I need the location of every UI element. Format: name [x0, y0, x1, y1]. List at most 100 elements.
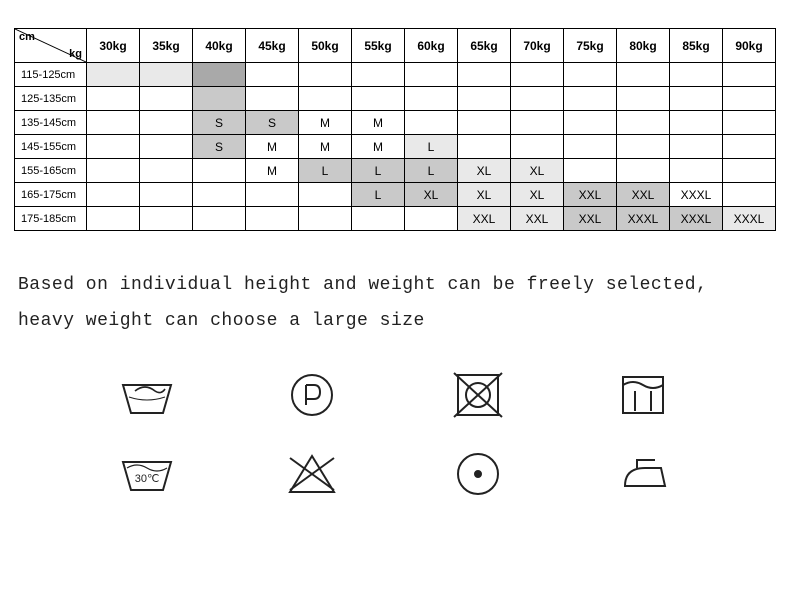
size-cell: [193, 63, 246, 87]
size-cell: [458, 111, 511, 135]
table-row: 175-185cmXXLXXLXXLXXXLXXXLXXXL: [15, 207, 776, 231]
size-cell: [140, 87, 193, 111]
size-cell: M: [299, 135, 352, 159]
size-cell: S: [246, 111, 299, 135]
size-cell: XL: [458, 183, 511, 207]
unit-cm: cm: [19, 31, 35, 43]
size-cell: [723, 111, 776, 135]
height-row-header: 135-145cm: [15, 111, 87, 135]
size-cell: [140, 183, 193, 207]
size-cell: [246, 207, 299, 231]
note-line-2: heavy weight can choose a large size: [18, 311, 425, 331]
size-cell: [193, 207, 246, 231]
table-row: 135-145cmSSMM: [15, 111, 776, 135]
size-cell: XXXL: [617, 207, 670, 231]
size-cell: [617, 87, 670, 111]
size-cell: [140, 159, 193, 183]
weight-col-header: 35kg: [140, 29, 193, 63]
do-not-tumble-dry-icon: [446, 367, 510, 428]
size-cell: [564, 63, 617, 87]
height-row-header: 115-125cm: [15, 63, 87, 87]
size-cell: XXL: [564, 183, 617, 207]
size-cell: [617, 135, 670, 159]
size-cell: [405, 207, 458, 231]
weight-col-header: 50kg: [299, 29, 352, 63]
size-cell: [140, 63, 193, 87]
size-cell: [458, 135, 511, 159]
size-cell: [246, 87, 299, 111]
weight-col-header: 80kg: [617, 29, 670, 63]
size-cell: XXL: [617, 183, 670, 207]
size-cell: [723, 63, 776, 87]
table-row: 165-175cmLXLXLXLXXLXXLXXXL: [15, 183, 776, 207]
weight-col-header: 75kg: [564, 29, 617, 63]
size-cell: [140, 135, 193, 159]
size-cell: XL: [405, 183, 458, 207]
table-row: 115-125cm: [15, 63, 776, 87]
size-cell: [246, 183, 299, 207]
size-cell: M: [352, 135, 405, 159]
weight-col-header: 60kg: [405, 29, 458, 63]
note-line-1: Based on individual height and weight ca…: [18, 275, 707, 295]
do-not-bleach-icon: [280, 446, 344, 507]
weight-col-header: 55kg: [352, 29, 405, 63]
weight-col-header: 65kg: [458, 29, 511, 63]
size-cell: [511, 135, 564, 159]
hand-wash-icon: [115, 367, 179, 428]
size-cell: L: [352, 159, 405, 183]
size-cell: [511, 111, 564, 135]
table-row: 155-165cmMLLLXLXL: [15, 159, 776, 183]
size-cell: [723, 183, 776, 207]
size-cell: [458, 63, 511, 87]
weight-col-header: 45kg: [246, 29, 299, 63]
weight-col-header: 40kg: [193, 29, 246, 63]
size-cell: [511, 63, 564, 87]
size-cell: [352, 63, 405, 87]
dry-flat-icon: [611, 367, 675, 428]
size-cell: [405, 87, 458, 111]
size-cell: [193, 183, 246, 207]
size-cell: XXXL: [723, 207, 776, 231]
size-cell: [564, 87, 617, 111]
size-note: Based on individual height and weight ca…: [18, 267, 776, 339]
size-cell: S: [193, 135, 246, 159]
size-cell: M: [352, 111, 405, 135]
table-row: 125-135cm: [15, 87, 776, 111]
size-cell: XL: [511, 159, 564, 183]
wash-30-icon: 30℃: [115, 446, 179, 507]
size-cell: [299, 87, 352, 111]
size-cell: [564, 111, 617, 135]
size-cell: XXXL: [670, 183, 723, 207]
height-row-header: 175-185cm: [15, 207, 87, 231]
size-cell: [511, 87, 564, 111]
size-cell: [246, 63, 299, 87]
unit-kg: kg: [69, 48, 82, 60]
size-cell: [352, 207, 405, 231]
care-icons-row-1: [14, 367, 776, 428]
size-cell: L: [405, 159, 458, 183]
size-cell: [352, 87, 405, 111]
size-cell: M: [246, 159, 299, 183]
size-cell: [723, 159, 776, 183]
size-cell: [670, 135, 723, 159]
size-cell: [670, 111, 723, 135]
size-cell: [193, 87, 246, 111]
height-row-header: 145-155cm: [15, 135, 87, 159]
dryclean-p-icon: [280, 367, 344, 428]
size-cell: [193, 159, 246, 183]
size-cell: XL: [458, 159, 511, 183]
size-cell: XL: [511, 183, 564, 207]
size-cell: [87, 207, 140, 231]
size-cell: XXL: [511, 207, 564, 231]
size-cell: [87, 183, 140, 207]
size-cell: M: [299, 111, 352, 135]
size-cell: [564, 135, 617, 159]
height-row-header: 165-175cm: [15, 183, 87, 207]
svg-text:30℃: 30℃: [135, 473, 160, 485]
height-row-header: 125-135cm: [15, 87, 87, 111]
height-row-header: 155-165cm: [15, 159, 87, 183]
size-cell: [87, 111, 140, 135]
size-cell: L: [352, 183, 405, 207]
tumble-dry-low-icon: [446, 446, 510, 507]
table-row: 145-155cmSMMML: [15, 135, 776, 159]
